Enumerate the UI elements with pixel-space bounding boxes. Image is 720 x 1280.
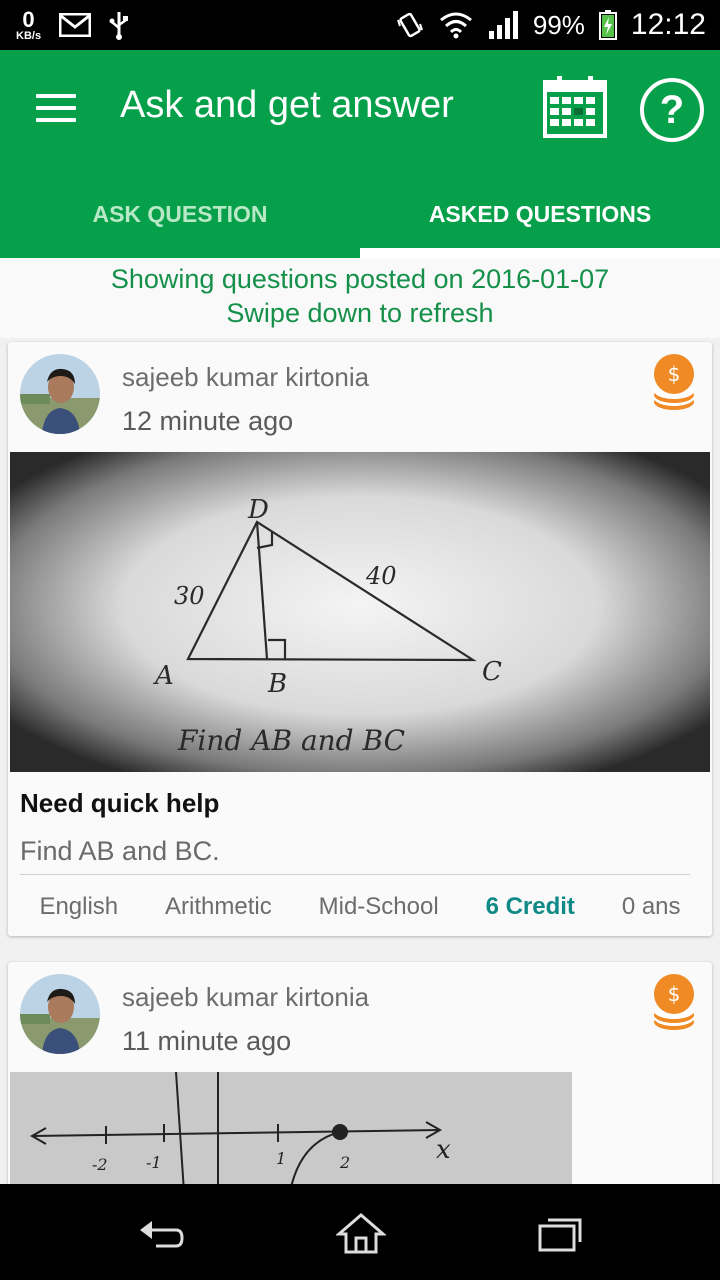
coin-stack-icon[interactable]: $ (652, 352, 696, 412)
dollar-sign: $ (668, 362, 681, 386)
tab-ask-question[interactable]: ASK QUESTION (0, 170, 360, 258)
label-d: D (247, 495, 269, 525)
calendar-icon[interactable] (542, 74, 608, 140)
info-banner: Showing questions posted on 2016-01-07 S… (0, 258, 720, 338)
home-icon[interactable] (336, 1212, 386, 1254)
network-speed-unit: KB/s (16, 29, 42, 42)
wifi-icon (439, 12, 472, 39)
posted-date-text: Showing questions posted on 2016-01-07 (110, 264, 610, 294)
question-image[interactable]: D A B C 30 40 Find AB and BC (10, 452, 710, 772)
navigation-bar (0, 1184, 720, 1280)
refresh-hint: Swipe down to refresh (226, 298, 494, 328)
tab-asked-questions-label: ASKED QUESTIONS (428, 200, 652, 227)
label-c: C (482, 657, 502, 687)
label-40: 40 (365, 562, 397, 590)
avatar[interactable] (20, 354, 100, 434)
time-ago: 12 minute ago (122, 406, 294, 436)
usb-icon (109, 12, 129, 40)
tab-ask-question-label: ASK QUESTION (92, 200, 268, 227)
question-title: Need quick help (20, 788, 220, 818)
status-bar: 0 KB/s 99% 12:12 (0, 0, 720, 50)
tab-asked-questions[interactable]: ASKED QUESTIONS (360, 170, 720, 258)
help-glyph: ? (659, 87, 685, 132)
avatar[interactable] (20, 974, 100, 1054)
tag-credit: 6 Credit (485, 893, 575, 920)
tick-1: 1 (276, 1149, 286, 1168)
coin-stack-icon[interactable]: $ (652, 972, 696, 1032)
vibrate-icon (396, 12, 423, 38)
network-speed: 0 KB/s (16, 6, 42, 42)
tag-subject: Arithmetic (165, 893, 272, 920)
image-caption: Find AB and BC (177, 724, 405, 757)
tick-neg2: -2 (92, 1155, 108, 1174)
label-a: A (153, 661, 174, 691)
app-bar: Ask and get answer ? (0, 50, 720, 170)
label-b: B (267, 669, 287, 699)
tag-level: Mid-School (318, 893, 439, 920)
tick-neg1: -1 (146, 1153, 162, 1172)
question-card[interactable]: sajeeb kumar kirtonia 11 minute ago $ -2… (8, 962, 712, 1192)
question-description: Find AB and BC. (20, 836, 220, 866)
question-tags: English Arithmetic Mid-School 6 Credit 0… (8, 890, 712, 924)
gmail-icon (59, 13, 92, 37)
tag-language: English (39, 893, 119, 920)
dollar-sign: $ (668, 982, 681, 1006)
battery-charging-icon (598, 10, 617, 40)
question-image[interactable]: -2 -1 1 2 x (10, 1072, 572, 1192)
recents-icon[interactable] (536, 1212, 586, 1254)
battery-percentage: 99% (532, 9, 585, 40)
app-title: Ask and get answer (120, 84, 454, 126)
divider (20, 874, 690, 875)
question-card[interactable]: sajeeb kumar kirtonia 12 minute ago $ D (8, 342, 712, 936)
tag-answers: 0 ans (621, 893, 681, 920)
network-speed-value: 0 (22, 6, 35, 32)
label-30: 30 (174, 582, 205, 610)
axis-x-letter: x (436, 1135, 451, 1165)
username[interactable]: sajeeb kumar kirtonia (122, 362, 369, 393)
signal-icon (488, 11, 518, 39)
time-ago: 11 minute ago (122, 1026, 292, 1056)
help-icon[interactable]: ? (640, 78, 704, 142)
tab-bar: ASK QUESTION ASKED QUESTIONS (0, 170, 720, 258)
back-icon[interactable] (136, 1212, 186, 1254)
hamburger-menu-icon[interactable] (36, 94, 76, 124)
tick-2: 2 (339, 1153, 350, 1172)
username[interactable]: sajeeb kumar kirtonia (122, 982, 369, 1013)
clock: 12:12 (630, 8, 706, 41)
